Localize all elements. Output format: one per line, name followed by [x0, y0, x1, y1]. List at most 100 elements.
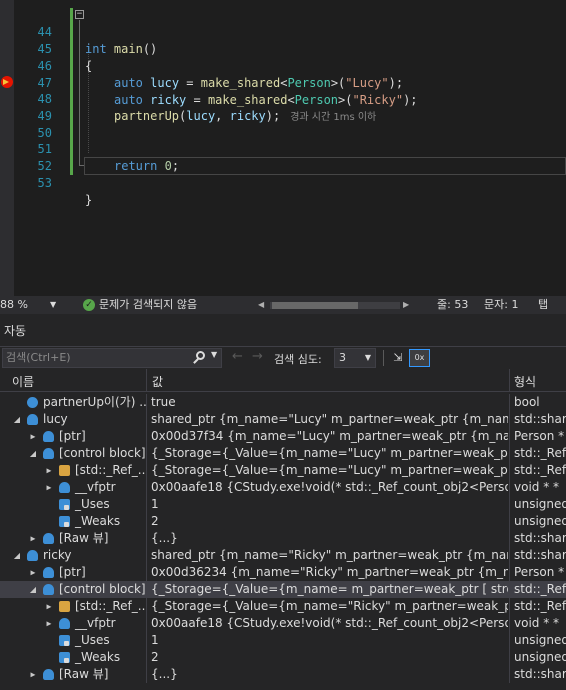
pin-icon[interactable]: ⇲: [390, 350, 406, 366]
private-member-icon: [59, 635, 70, 646]
search-input[interactable]: 검색(Ctrl+E): [2, 348, 222, 368]
search-depth-select[interactable]: 3 ▼: [334, 348, 376, 368]
panel-title[interactable]: 자동: [4, 322, 26, 339]
autos-toolbar: 검색(Ctrl+E) ▼ ← → 검색 심도: 3 ▼ ⇲ 0x: [0, 347, 566, 369]
value-cell[interactable]: {_Storage={_Value={m_name="Ricky" m_part…: [148, 598, 508, 615]
expand-arrow-icon[interactable]: ▶: [45, 464, 53, 478]
expand-arrow-icon[interactable]: ▶: [29, 430, 37, 444]
value-cell[interactable]: 2: [148, 649, 508, 666]
name-cell: ▶ __vfptr: [0, 615, 146, 632]
line-indicator[interactable]: 줄: 53: [437, 296, 468, 314]
issues-status[interactable]: 문제가 검색되지 않음: [99, 296, 197, 314]
scrollbar-thumb[interactable]: [272, 302, 358, 309]
collapse-arrow-icon[interactable]: ◢: [12, 411, 22, 428]
cell-divider: [146, 615, 147, 632]
table-row[interactable]: ▶ [ptr] 0x00d36234 {m_name="Ricky" m_partn…: [0, 564, 566, 581]
code-line[interactable]: 49: [0, 91, 566, 123]
variable-name: [control block]: [59, 582, 146, 596]
table-row[interactable]: ▶ [Raw 뷰] {...} std::shared: [0, 666, 566, 683]
code-line[interactable]: 44 int main(): [0, 7, 566, 56]
table-row[interactable]: partnerUp이(가) ... true bool: [0, 394, 566, 411]
value-cell[interactable]: true: [148, 394, 508, 411]
check-icon[interactable]: ✓: [83, 299, 95, 311]
code-line[interactable]: 51 return 0;: [0, 124, 566, 173]
column-header-type[interactable]: 형식: [514, 373, 536, 390]
hex-display-button[interactable]: 0x: [409, 349, 430, 367]
expand-arrow-icon[interactable]: ▶: [45, 600, 53, 614]
code-line[interactable]: 52: [0, 141, 566, 173]
code-line[interactable]: 45 {: [0, 24, 566, 73]
value-cell[interactable]: 0x00d37f34 {m_name="Lucy" m_partner=weak…: [148, 428, 508, 445]
table-row[interactable]: ◢ [control block] {_Storage={_Value={m_nam…: [0, 581, 566, 598]
column-divider[interactable]: [146, 369, 147, 392]
back-arrow-icon[interactable]: ←: [232, 349, 243, 364]
variables-grid[interactable]: 이름 값 형식 partnerUp이(가) ... true bool ◢ lucy sh…: [0, 369, 566, 690]
table-row[interactable]: _Weaks 2 unsigned: [0, 649, 566, 666]
scroll-right-icon[interactable]: ▶: [403, 296, 409, 314]
cell-divider: [509, 530, 510, 547]
value-cell[interactable]: 0x00aafe18 {CStudy.exe!void(* std::_Ref_…: [148, 479, 508, 496]
scroll-left-icon[interactable]: ◀: [258, 296, 264, 314]
value-cell[interactable]: 1: [148, 632, 508, 649]
name-cell: _Weaks: [0, 649, 146, 666]
name-cell: ◢ [control block]: [0, 445, 146, 462]
table-row[interactable]: _Weaks 2 unsigned: [0, 513, 566, 530]
chevron-down-icon[interactable]: ▼: [50, 296, 56, 314]
table-row[interactable]: ◢ lucy shared_ptr {m_name="Lucy" m_partner…: [0, 411, 566, 428]
table-row[interactable]: ▶ [std::_Ref_... {_Storage={_Value={m_name…: [0, 598, 566, 615]
expand-arrow-icon[interactable]: ▶: [29, 532, 37, 546]
code-line[interactable]: 48 partnerUp(lucy, ricky); 경과 시간 1ms 이하: [0, 74, 566, 123]
name-cell: ◢ ricky: [0, 547, 146, 564]
value-cell[interactable]: {_Storage={_Value={m_name="Lucy" m_partn…: [148, 445, 508, 462]
table-row[interactable]: _Uses 1 unsigned: [0, 632, 566, 649]
column-indicator[interactable]: 문자: 1: [484, 296, 518, 314]
expand-arrow-icon[interactable]: ▶: [29, 668, 37, 682]
column-divider[interactable]: [509, 369, 510, 392]
value-cell[interactable]: {_Storage={_Value={m_name= m_partner=wea…: [148, 581, 508, 598]
column-header-name[interactable]: 이름: [12, 373, 34, 390]
table-row[interactable]: ▶ __vfptr 0x00aafe18 {CStudy.exe!void(* st…: [0, 615, 566, 632]
value-cell[interactable]: {_Storage={_Value={m_name="Lucy" m_partn…: [148, 462, 508, 479]
value-cell[interactable]: shared_ptr {m_name="Ricky" m_partner=wea…: [148, 547, 508, 564]
type-cell: bool: [514, 395, 540, 409]
variable-icon: [27, 550, 38, 561]
cell-divider: [509, 666, 510, 683]
forward-arrow-icon[interactable]: →: [252, 349, 263, 364]
type-cell: std::shared: [514, 412, 566, 426]
column-header-value[interactable]: 값: [152, 373, 163, 390]
cell-divider: [509, 615, 510, 632]
value-cell[interactable]: {...}: [148, 666, 508, 683]
collapse-arrow-icon[interactable]: ◢: [28, 445, 38, 462]
table-row[interactable]: ◢ ricky shared_ptr {m_name="Ricky" m_partn…: [0, 547, 566, 564]
code-line[interactable]: 53 }: [0, 158, 566, 207]
search-depth-value: 3: [339, 351, 346, 364]
cell-divider: [509, 547, 510, 564]
collapse-arrow-icon[interactable]: ◢: [28, 581, 38, 598]
tab-indicator[interactable]: 탭: [538, 296, 548, 314]
type-cell: std::_Ref_c: [514, 599, 566, 613]
code-line[interactable]: 47 auto ricky = make_shared<Person>("Ric…: [0, 58, 566, 107]
value-cell[interactable]: 2: [148, 513, 508, 530]
expand-arrow-icon[interactable]: ▶: [45, 481, 53, 495]
chevron-down-icon[interactable]: ▼: [211, 350, 217, 359]
code-editor[interactable]: − 44 int main() 45 { 46 auto lucy = make…: [0, 0, 566, 296]
table-row[interactable]: ▶ __vfptr 0x00aafe18 {CStudy.exe!void(* st…: [0, 479, 566, 496]
table-row[interactable]: ▶ [ptr] 0x00d37f34 {m_name="Lucy" m_partne…: [0, 428, 566, 445]
value-cell[interactable]: 0x00d36234 {m_name="Ricky" m_partner=wea…: [148, 564, 508, 581]
value-cell[interactable]: 1: [148, 496, 508, 513]
value-cell[interactable]: shared_ptr {m_name="Lucy" m_partner=weak…: [148, 411, 508, 428]
type-cell: void * *: [514, 616, 560, 630]
table-row[interactable]: ◢ [control block] {_Storage={_Value={m_nam…: [0, 445, 566, 462]
table-row[interactable]: ▶ [std::_Ref_... {_Storage={_Value={m_name…: [0, 462, 566, 479]
expand-arrow-icon[interactable]: ▶: [29, 566, 37, 580]
code-line[interactable]: 46 auto lucy = make_shared<Person>("Lucy…: [0, 41, 566, 90]
collapse-arrow-icon[interactable]: ◢: [12, 547, 22, 564]
code-line[interactable]: 50: [0, 108, 566, 140]
value-cell[interactable]: 0x00aafe18 {CStudy.exe!void(* std::_Ref_…: [148, 615, 508, 632]
type-cell: void * *: [514, 480, 560, 494]
table-row[interactable]: ▶ [Raw 뷰] {...} std::shared: [0, 530, 566, 547]
value-cell[interactable]: {...}: [148, 530, 508, 547]
variable-icon: [59, 482, 70, 493]
table-row[interactable]: _Uses 1 unsigned: [0, 496, 566, 513]
expand-arrow-icon[interactable]: ▶: [45, 617, 53, 631]
